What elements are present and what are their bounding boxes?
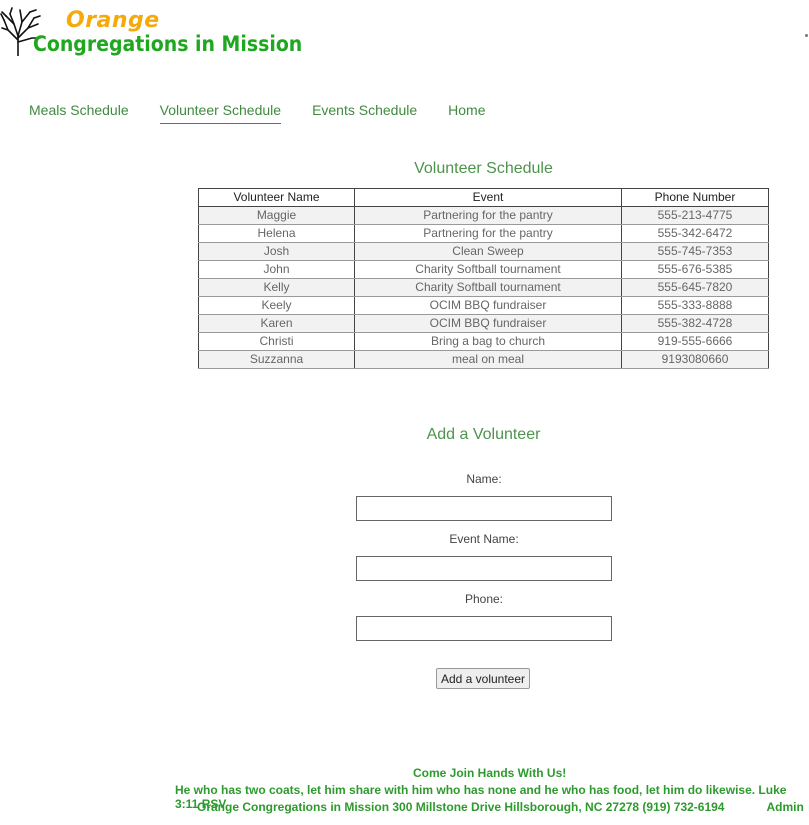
phone-cell: 919-555-6666	[621, 332, 769, 351]
logo-word-cim: Congregations in Mission	[33, 32, 303, 56]
site-logo[interactable]: Orange Congregations in Mission	[0, 4, 302, 56]
event-cell: Partnering for the pantry	[354, 224, 622, 243]
name-label: Name:	[466, 472, 502, 486]
nav-volunteer-schedule[interactable]: Volunteer Schedule	[159, 100, 282, 124]
event-cell: Clean Sweep	[354, 242, 622, 261]
nav-meals-schedule[interactable]: Meals Schedule	[29, 100, 129, 124]
schedule-title: Volunteer Schedule	[414, 160, 553, 177]
volunteer-name-cell: Keely	[198, 296, 355, 315]
phone-cell: 555-382-4728	[621, 314, 769, 333]
footer-address: Orange Congregations in Mission 300 Mill…	[197, 800, 725, 814]
event-cell: meal on meal	[354, 350, 622, 369]
volunteer-name-cell: Maggie	[198, 206, 355, 225]
table-row: Helena Partnering for the pantry 555-342-6…	[198, 224, 769, 243]
add-volunteer-title: Add a Volunteer	[426, 426, 541, 443]
column-header: Event	[354, 188, 622, 207]
volunteer-name-cell: Christi	[198, 332, 355, 351]
table-row: Christi Bring a bag to church 919-555-6666	[198, 332, 769, 351]
volunteer-name-cell: Suzzanna	[198, 350, 355, 369]
event-cell: Charity Softball tournament	[354, 260, 622, 279]
table-body: Maggie Partnering for the pantry 555-213-4…	[198, 206, 769, 369]
phone-label: Phone:	[464, 592, 504, 606]
event-cell: OCIM BBQ fundraiser	[354, 314, 622, 333]
phone-cell: 555-342-6472	[621, 224, 769, 243]
phone-cell: 9193080660	[621, 350, 769, 369]
nav-home[interactable]: Home	[448, 100, 485, 124]
footer-address-line: Orange Congregations in Mission 300 Mill…	[197, 800, 804, 814]
event-cell: Charity Softball tournament	[354, 278, 622, 297]
phone-cell: 555-745-7353	[621, 242, 769, 261]
phone-cell: 555-333-8888	[621, 296, 769, 315]
table-row: Karen OCIM BBQ fundraiser 555-382-4728	[198, 314, 769, 333]
table-row: John Charity Softball tournament 555-676-5…	[198, 260, 769, 279]
volunteer-table: Volunteer Name Event Phone Number Maggie…	[198, 188, 769, 369]
phone-cell: 555-213-4775	[621, 206, 769, 225]
volunteer-name-cell: Josh	[198, 242, 355, 261]
admin-link[interactable]: Admin	[766, 800, 803, 814]
event-cell: Bring a bag to church	[354, 332, 622, 351]
event-name-input[interactable]	[356, 556, 612, 581]
name-input[interactable]	[356, 496, 612, 521]
table-row: Maggie Partnering for the pantry 555-213-4…	[198, 206, 769, 225]
nav-events-schedule[interactable]: Events Schedule	[312, 100, 417, 124]
event-cell: OCIM BBQ fundraiser	[354, 296, 622, 315]
volunteer-name-cell: John	[198, 260, 355, 279]
phone-input[interactable]	[356, 616, 612, 641]
table-row: Josh Clean Sweep 555-745-7353	[198, 242, 769, 261]
table-row: Keely OCIM BBQ fundraiser 555-333-8888	[198, 296, 769, 315]
add-volunteer-button[interactable]: Add a volunteer	[436, 668, 530, 689]
footer-tagline: Come Join Hands With Us!	[413, 766, 567, 780]
phone-cell: 555-676-5385	[621, 260, 769, 279]
column-header: Phone Number	[621, 188, 769, 207]
volunteer-name-cell: Helena	[198, 224, 355, 243]
table-header-row: Volunteer Name Event Phone Number	[198, 188, 769, 207]
volunteer-name-cell: Kelly	[198, 278, 355, 297]
phone-cell: 555-645-7820	[621, 278, 769, 297]
main-nav: Meals Schedule Volunteer Schedule Events…	[29, 100, 517, 124]
event-name-label: Event Name:	[449, 532, 519, 546]
table-row: Suzzanna meal on meal 9193080660	[198, 350, 769, 369]
column-header: Volunteer Name	[198, 188, 355, 207]
table-row: Kelly Charity Softball tournament 555-645-…	[198, 278, 769, 297]
logo-word-orange: Orange	[66, 8, 160, 33]
edge-dot	[805, 34, 808, 37]
event-cell: Partnering for the pantry	[354, 206, 622, 225]
volunteer-name-cell: Karen	[198, 314, 355, 333]
